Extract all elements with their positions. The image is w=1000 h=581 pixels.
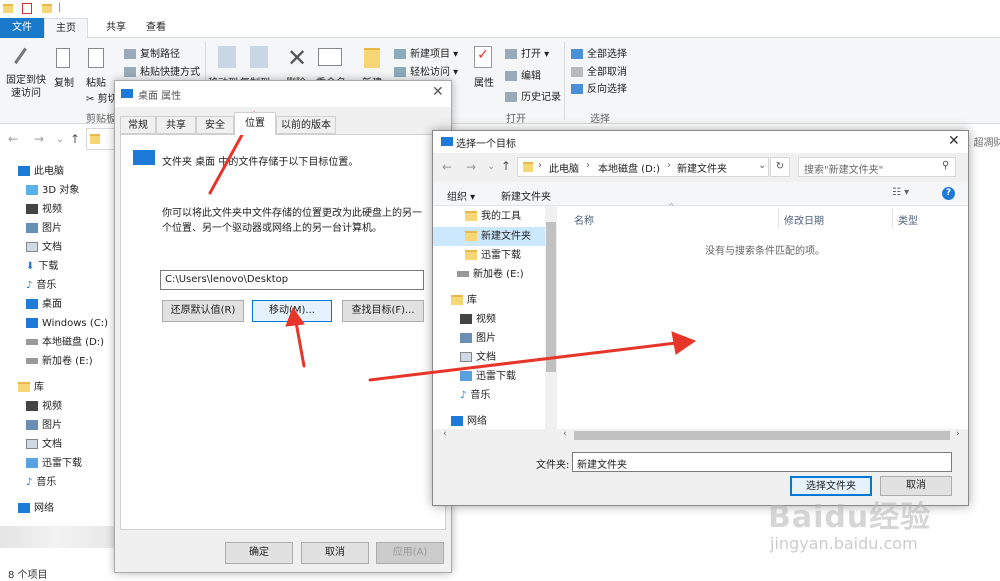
- arrow-to-move-button: [294, 320, 306, 368]
- baidu-watermark-url: jingyan.baidu.com: [770, 534, 918, 553]
- arrowhead-picker-dialog: [671, 331, 697, 355]
- props-tab-location[interactable]: 位置: [234, 112, 276, 135]
- baidu-watermark-logo: Baidu经验: [768, 500, 932, 535]
- arrowhead-move-button: [285, 306, 305, 327]
- arrow-to-picker-dialog: [368, 341, 678, 382]
